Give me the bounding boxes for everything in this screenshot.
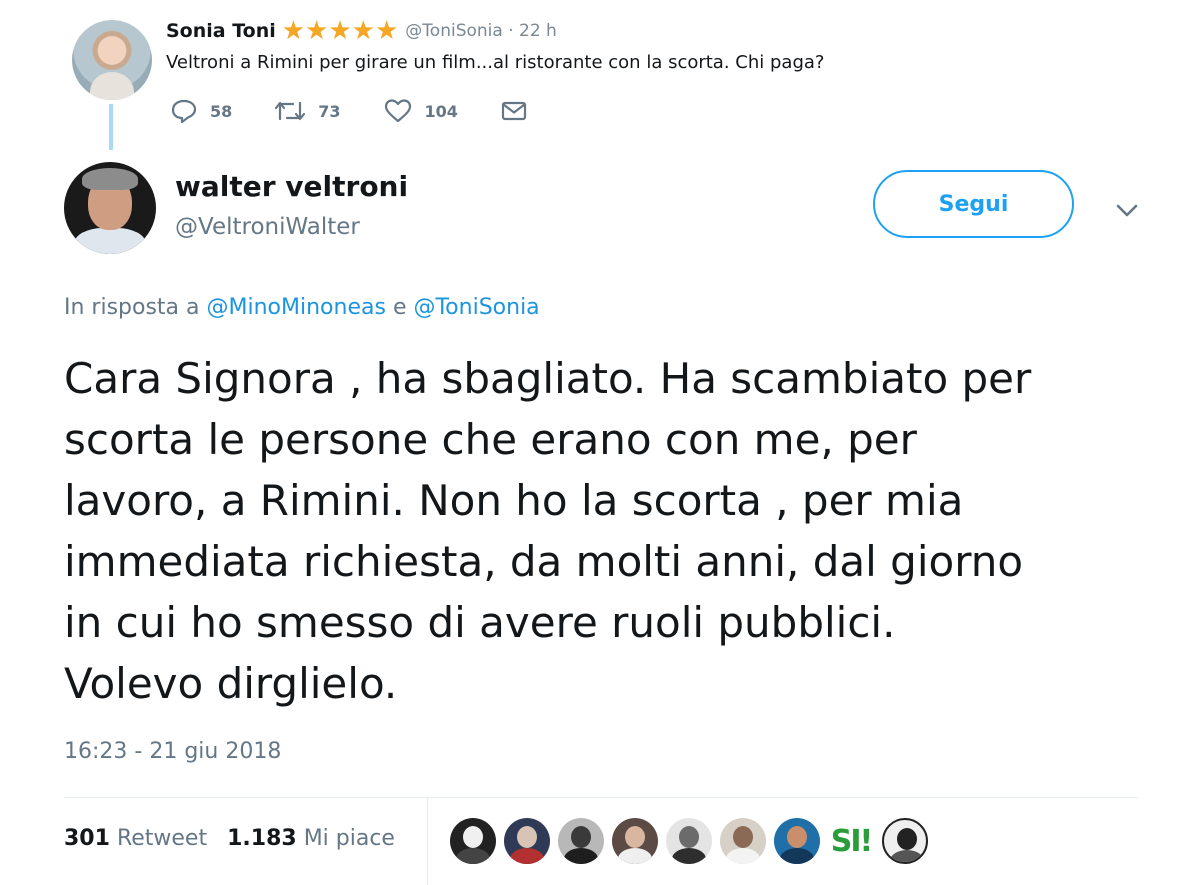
retweet-stat[interactable]: 301 Retweet <box>64 826 207 851</box>
stats-divider <box>64 797 1138 798</box>
follow-button[interactable]: Segui <box>873 170 1074 238</box>
tweet-text-line: Cara Signora , ha sbagliato. Ha scambiat… <box>64 354 1032 403</box>
like-count: 104 <box>424 101 458 121</box>
liker-avatar[interactable] <box>504 818 550 864</box>
tweet-text-line: lavoro, a Rimini. Non ho la scorta , per… <box>64 476 964 525</box>
liker-avatar[interactable] <box>612 818 658 864</box>
stats-vertical-divider <box>427 798 428 885</box>
tweet-text-line: Volevo dirglielo. <box>64 659 398 708</box>
liker-avatar[interactable] <box>450 818 496 864</box>
direct-message-button[interactable] <box>500 99 528 123</box>
parent-tweet-header: Sonia Toni ★★★★★ @ToniSonia · 22 h <box>166 18 557 44</box>
mention-link-2[interactable]: @ToniSonia <box>413 295 539 320</box>
parent-author-avatar[interactable] <box>72 20 152 100</box>
liker-avatar[interactable] <box>666 818 712 864</box>
parent-tweet[interactable]: Sonia Toni ★★★★★ @ToniSonia · 22 h Veltr… <box>0 0 1200 160</box>
reply-count: 58 <box>210 101 233 121</box>
like-stat[interactable]: 1.183 Mi piace <box>227 826 395 851</box>
tweet-stats: 301 Retweet 1.183 Mi piace <box>64 826 395 851</box>
author-handle[interactable]: @VeltroniWalter <box>175 214 360 240</box>
author-name[interactable]: walter veltroni <box>175 170 408 203</box>
mention-link-1[interactable]: @MinoMinoneas <box>207 295 386 320</box>
avatar-shirt <box>74 228 146 254</box>
retweet-button[interactable]: 73 <box>274 99 341 123</box>
reply-conjunction: e <box>392 295 407 320</box>
parent-author-handle-time[interactable]: @ToniSonia · 22 h <box>405 21 557 41</box>
avatar-hair <box>82 168 138 190</box>
retweet-label: Retweet <box>116 826 208 851</box>
tweet-text-line: immediata richiesta, da molti anni, dal … <box>64 537 1024 586</box>
reply-icon <box>171 99 197 124</box>
parent-tweet-text: Veltroni a Rimini per girare un film...a… <box>166 52 825 73</box>
parent-tweet-actions: 58 73 104 <box>170 98 570 124</box>
retweet-count: 73 <box>318 101 341 121</box>
heart-icon <box>384 99 411 123</box>
like-button[interactable]: 104 <box>383 98 458 124</box>
liker-avatar[interactable] <box>774 818 820 864</box>
retweet-icon <box>275 101 306 121</box>
likers-avatar-row: SI! <box>450 818 936 864</box>
tweet-timestamp[interactable]: 16:23 - 21 giu 2018 <box>64 739 281 764</box>
parent-author-name[interactable]: Sonia Toni <box>166 20 276 42</box>
star-icons: ★★★★★ <box>281 16 399 46</box>
author-avatar[interactable] <box>64 162 156 254</box>
liker-avatar[interactable] <box>720 818 766 864</box>
tweet-text: Cara Signora , ha sbagliato. Ha scambiat… <box>64 348 1164 714</box>
reply-prefix: In risposta a <box>64 295 200 320</box>
tweet-text-line: in cui ho smesso di avere ruoli pubblici… <box>64 598 896 647</box>
retweet-total: 301 <box>64 826 110 851</box>
reply-button[interactable]: 58 <box>170 98 232 124</box>
envelope-icon <box>501 101 527 121</box>
tweet-text-line: scorta le persone che erano con me, per <box>64 415 917 464</box>
liker-avatar-si-logo[interactable]: SI! <box>828 818 874 864</box>
like-total: 1.183 <box>227 826 297 851</box>
liker-avatar[interactable] <box>882 818 928 864</box>
star-rating: ★★★★★ <box>282 18 400 44</box>
liker-avatar[interactable] <box>558 818 604 864</box>
thread-connector-line <box>109 104 113 150</box>
chevron-down-icon[interactable] <box>1114 200 1140 220</box>
like-label: Mi piace <box>303 826 395 851</box>
reply-context: In risposta a @MinoMinoneas e @ToniSonia <box>64 295 540 320</box>
